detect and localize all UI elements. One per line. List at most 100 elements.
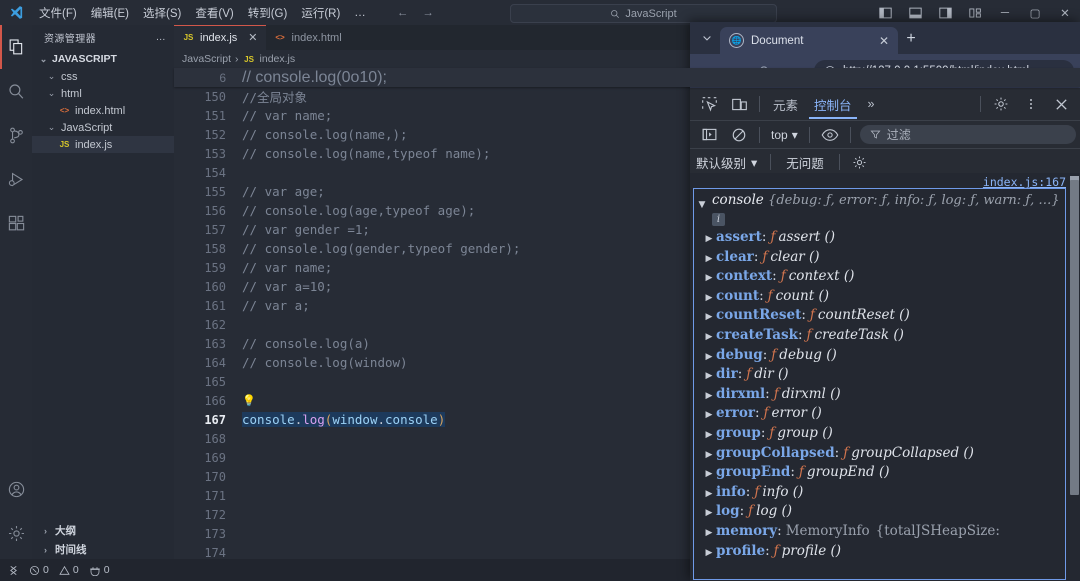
breadcrumb-folder[interactable]: JavaScript bbox=[182, 53, 231, 65]
inspect-element-icon[interactable] bbox=[694, 89, 724, 119]
activitybar-item-explorer[interactable] bbox=[0, 25, 32, 69]
gear-icon[interactable] bbox=[986, 89, 1016, 119]
triangle-right-icon[interactable]: ▶ bbox=[702, 332, 716, 342]
triangle-right-icon[interactable]: ▶ bbox=[702, 508, 716, 518]
tree-item-javascript[interactable]: ⌄ JavaScript bbox=[32, 119, 174, 136]
editor-sticky-line[interactable]: 6 // console.log(0o10); bbox=[174, 68, 1080, 87]
activitybar-item-extensions[interactable] bbox=[0, 201, 32, 245]
live-expression-icon[interactable] bbox=[815, 120, 845, 150]
console-property-row[interactable]: ▶ dirxml: ƒ dirxml () bbox=[694, 386, 1065, 406]
new-tab-button[interactable]: + bbox=[898, 26, 924, 52]
console-filter-input[interactable]: 过滤 bbox=[859, 125, 1076, 144]
devtools-more-tabs-icon[interactable]: » bbox=[860, 89, 883, 119]
triangle-right-icon[interactable]: ▶ bbox=[702, 469, 716, 479]
nav-back-icon[interactable]: ← bbox=[397, 7, 409, 19]
statusbar-errors[interactable]: 0 bbox=[29, 564, 49, 576]
console-issues-status[interactable]: 无问题 bbox=[776, 153, 834, 172]
triangle-right-icon[interactable]: ▶ bbox=[702, 312, 716, 322]
console-property-row[interactable]: ▶ count: ƒ count () bbox=[694, 288, 1065, 308]
explorer-section-outline[interactable]: › 大纲 bbox=[32, 521, 174, 540]
menu-go[interactable]: 转到(G) bbox=[241, 2, 295, 24]
browser-tab-document[interactable]: 🌐 Document ✕ bbox=[720, 27, 898, 54]
console-property-row[interactable]: ▶ info: ƒ info () bbox=[694, 484, 1065, 504]
console-property-row[interactable]: ▶ dir: ƒ dir () bbox=[694, 366, 1065, 386]
info-badge[interactable]: i bbox=[712, 213, 725, 226]
triangle-right-icon[interactable]: ▶ bbox=[702, 293, 716, 303]
console-output[interactable]: index.js:167 ▼ console {debug: ƒ, error:… bbox=[690, 173, 1080, 581]
tab-close-icon[interactable]: ✕ bbox=[248, 31, 257, 44]
breadcrumb-file[interactable]: index.js bbox=[260, 53, 296, 65]
console-property-row[interactable]: ▶ assert: ƒ assert () bbox=[694, 229, 1065, 249]
console-level-selector[interactable]: 默认级别 ▾ bbox=[696, 153, 765, 172]
console-property-row[interactable]: ▶ createTask: ƒ createTask () bbox=[694, 327, 1065, 347]
triangle-right-icon[interactable]: ▶ bbox=[702, 371, 716, 381]
triangle-right-icon[interactable]: ▶ bbox=[702, 528, 716, 538]
statusbar-ports[interactable]: 0 bbox=[89, 564, 110, 576]
triangle-right-icon[interactable]: ▶ bbox=[702, 254, 716, 264]
menu-file[interactable]: 文件(F) bbox=[32, 2, 84, 24]
activitybar-item-source-control[interactable] bbox=[0, 113, 32, 157]
devtools-tab-elements[interactable]: 元素 bbox=[765, 89, 806, 119]
editor-tab-index-html[interactable]: <> index.html bbox=[266, 25, 350, 50]
devtools-tab-console[interactable]: 控制台 bbox=[806, 89, 860, 119]
scrollbar-thumb[interactable] bbox=[1070, 180, 1079, 495]
tree-item-index-js[interactable]: JS index.js bbox=[32, 136, 174, 153]
menu-view[interactable]: 查看(V) bbox=[188, 2, 240, 24]
lightbulb-icon[interactable]: 💡 bbox=[242, 394, 256, 407]
tab-close-icon[interactable]: ✕ bbox=[879, 34, 889, 48]
statusbar-warnings[interactable]: 0 bbox=[59, 564, 79, 576]
console-property-row[interactable]: ▶ clear: ƒ clear () bbox=[694, 249, 1065, 269]
explorer-section-timeline[interactable]: › 时间线 bbox=[32, 540, 174, 559]
level-value: 默认级别 bbox=[696, 156, 747, 171]
console-property-row[interactable]: ▶ profile: ƒ profile () bbox=[694, 543, 1065, 563]
console-scrollbar[interactable] bbox=[1069, 176, 1080, 581]
triangle-right-icon[interactable]: ▶ bbox=[702, 450, 716, 460]
console-property-row[interactable]: ▶ log: ƒ log () bbox=[694, 503, 1065, 523]
console-property-row[interactable]: ▶ error: ƒ error () bbox=[694, 405, 1065, 425]
menu-more[interactable]: … bbox=[347, 4, 373, 22]
menu-selection[interactable]: 选择(S) bbox=[136, 2, 188, 24]
triangle-down-icon[interactable]: ▼ bbox=[696, 191, 708, 229]
tab-search-button[interactable] bbox=[694, 25, 720, 51]
statusbar-remote-icon[interactable] bbox=[8, 565, 19, 576]
console-property-row[interactable]: ▶ countReset: ƒ countReset () bbox=[694, 307, 1065, 327]
triangle-right-icon[interactable]: ▶ bbox=[702, 430, 716, 440]
more-vertical-icon[interactable] bbox=[1016, 89, 1046, 119]
console-source-link[interactable]: index.js:167 bbox=[983, 175, 1066, 189]
triangle-right-icon[interactable]: ▶ bbox=[702, 234, 716, 244]
triangle-right-icon[interactable]: ▶ bbox=[702, 391, 716, 401]
activitybar-item-settings[interactable] bbox=[0, 511, 32, 555]
menu-run[interactable]: 运行(R) bbox=[294, 2, 347, 24]
vscode-menubar[interactable]: 文件(F) 编辑(E) 选择(S) 查看(V) 转到(G) 运行(R) … bbox=[32, 2, 373, 24]
console-property-row[interactable]: ▶ groupCollapsed: ƒ groupCollapsed () bbox=[694, 445, 1065, 465]
triangle-right-icon[interactable]: ▶ bbox=[702, 352, 716, 362]
console-property-row[interactable]: ▶ groupEnd: ƒ groupEnd () bbox=[694, 464, 1065, 484]
explorer-root-folder[interactable]: ⌄ JAVASCRIPT bbox=[32, 50, 174, 68]
triangle-right-icon[interactable]: ▶ bbox=[702, 489, 716, 499]
activitybar-item-run-debug[interactable] bbox=[0, 157, 32, 201]
tree-item-index-html[interactable]: <> index.html bbox=[32, 102, 174, 119]
console-sidebar-icon[interactable] bbox=[694, 120, 724, 150]
tree-item-css[interactable]: ⌄ css bbox=[32, 68, 174, 85]
console-property-row[interactable]: ▶ group: ƒ group () bbox=[694, 425, 1065, 445]
close-icon[interactable] bbox=[1046, 89, 1076, 119]
device-toolbar-icon[interactable] bbox=[724, 89, 754, 119]
editor-tab-index-js[interactable]: JS index.js ✕ bbox=[174, 25, 266, 50]
menu-edit[interactable]: 编辑(E) bbox=[84, 2, 136, 24]
console-object-tree[interactable]: ▼ console {debug: ƒ, error: ƒ, info: ƒ, … bbox=[693, 188, 1066, 580]
activitybar-item-search[interactable] bbox=[0, 69, 32, 113]
triangle-right-icon[interactable]: ▶ bbox=[702, 548, 716, 558]
console-property-row[interactable]: ▶ memory: MemoryInfo {totalJSHeapSize: bbox=[694, 523, 1065, 543]
console-context-selector[interactable]: top ▾ bbox=[765, 128, 804, 142]
console-object-root[interactable]: ▼ console {debug: ƒ, error: ƒ, info: ƒ, … bbox=[694, 191, 1065, 229]
nav-forward-icon[interactable]: → bbox=[422, 7, 434, 19]
clear-console-icon[interactable] bbox=[724, 120, 754, 150]
tree-item-html[interactable]: ⌄ html bbox=[32, 85, 174, 102]
console-property-row[interactable]: ▶ debug: ƒ debug () bbox=[694, 347, 1065, 367]
console-property-row[interactable]: ▶ context: ƒ context () bbox=[694, 268, 1065, 288]
triangle-right-icon[interactable]: ▶ bbox=[702, 273, 716, 283]
explorer-more-actions-icon[interactable]: … bbox=[156, 32, 166, 43]
activitybar-item-accounts[interactable] bbox=[0, 467, 32, 511]
vscode-quick-search[interactable]: JavaScript bbox=[510, 4, 777, 23]
triangle-right-icon[interactable]: ▶ bbox=[702, 410, 716, 420]
